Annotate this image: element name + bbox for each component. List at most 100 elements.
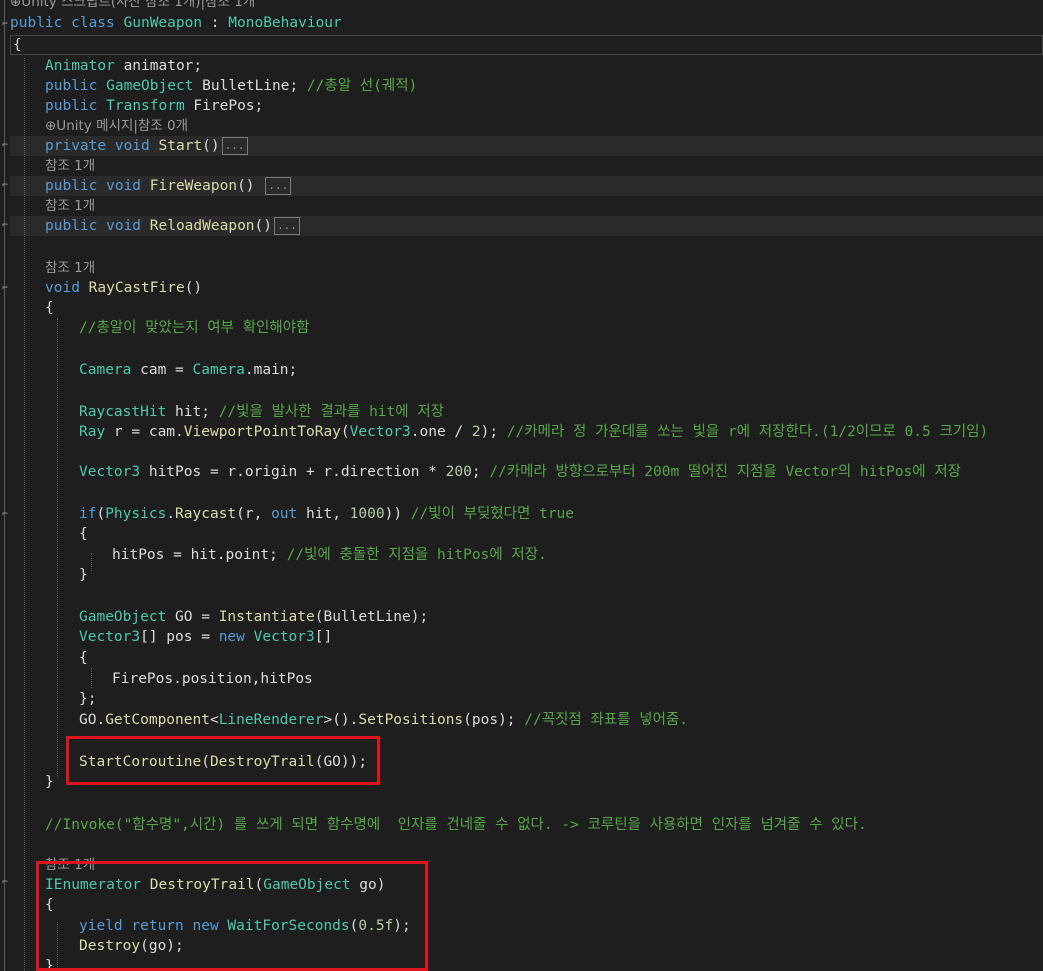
function-name: ReloadWeapon bbox=[149, 218, 255, 234]
codelens-references[interactable]: 참조 1개 bbox=[45, 156, 95, 176]
indent-guide bbox=[24, 58, 25, 971]
comment: //카메라 정 가운데를 쏘는 빛을 r에 저장한다.(1/2이므로 0.5 크… bbox=[498, 424, 989, 440]
collapsed-region-button[interactable]: ... bbox=[274, 217, 300, 235]
keyword: out bbox=[271, 506, 298, 522]
code-line-reloadweapon[interactable]: public void ReloadWeapon()... bbox=[45, 216, 300, 236]
type-name: Physics bbox=[105, 506, 167, 522]
codelens-unity-message[interactable]: ⊕Unity 메시지|참조 0개 bbox=[45, 116, 188, 136]
function-name: FireWeapon bbox=[149, 178, 238, 194]
fold-toggle-icon[interactable]: ⌐ bbox=[2, 878, 8, 888]
code-text: cam = bbox=[131, 362, 193, 378]
type-name: Vector3 bbox=[349, 424, 411, 440]
code-text: () bbox=[184, 280, 203, 296]
code-text: .main; bbox=[244, 362, 298, 378]
keyword: new bbox=[218, 629, 245, 645]
brace: { bbox=[45, 300, 54, 316]
code-text: < bbox=[209, 712, 219, 728]
brace: } bbox=[79, 567, 88, 583]
type-name: GameObject bbox=[79, 609, 167, 625]
code-line[interactable]: RaycastHit hit; //빛을 발사한 결과를 hit에 저장 bbox=[79, 402, 444, 422]
code-text: () bbox=[202, 138, 220, 154]
base-class: MonoBehaviour bbox=[228, 15, 342, 31]
code-text: GO. bbox=[79, 712, 106, 728]
code-text: animator; bbox=[114, 58, 203, 74]
comment: //총알이 맞았는지 여부 확인해야함 bbox=[79, 320, 310, 336]
code-text: >(). bbox=[323, 712, 359, 728]
code-line-raycastfire[interactable]: void RayCastFire() bbox=[45, 278, 202, 298]
code-line[interactable]: hitPos = hit.point; //빛에 충돌한 지점을 hitPos에… bbox=[112, 545, 547, 565]
code-text: FirePos; bbox=[184, 98, 264, 114]
comment: //빛에 충돌한 지점을 hitPos에 저장. bbox=[277, 547, 547, 563]
type-name: Camera bbox=[192, 362, 245, 378]
fold-toggle-icon[interactable]: ⌐ bbox=[2, 181, 8, 191]
code-editor[interactable]: ⌐ ⌐ ⌐ ⌐ ⌐ ⌐ ⌐ ⊕Unity 스크립트(자산 참조 1개)|참조 1… bbox=[0, 0, 1043, 971]
code-text: [] pos = bbox=[140, 629, 219, 645]
type-name: Transform bbox=[106, 98, 185, 114]
fold-toggle-icon[interactable]: ⌐ bbox=[2, 284, 8, 294]
code-text: ; bbox=[471, 464, 481, 480]
code-line-if[interactable]: if(Physics.Raycast(r, out hit, 1000)) //… bbox=[79, 504, 574, 524]
code-line[interactable]: FirePos.position,hitPos bbox=[112, 669, 313, 689]
code-line[interactable]: GO.GetComponent<LineRenderer>().SetPosit… bbox=[79, 710, 688, 730]
type-name: Ray bbox=[79, 424, 106, 440]
codelens-references[interactable]: 참조 1개 bbox=[45, 196, 95, 216]
brace: } bbox=[45, 774, 54, 790]
comment: //빛이 부딪혔다면 true bbox=[402, 506, 575, 522]
highlight-box-destroytrail bbox=[36, 861, 428, 971]
fold-toggle-icon[interactable]: ⌐ bbox=[2, 221, 8, 231]
keyword: void bbox=[45, 280, 80, 296]
codelens-references[interactable]: 참조 1개 bbox=[45, 258, 95, 278]
type-name: Animator bbox=[45, 58, 115, 74]
code-line[interactable]: Vector3[] pos = new Vector3[] bbox=[79, 627, 332, 647]
code-line[interactable]: Ray r = cam.ViewportPointToRay(Vector3.o… bbox=[79, 422, 988, 442]
function-name: Raycast bbox=[175, 506, 237, 522]
type-name: Camera bbox=[79, 362, 132, 378]
fold-toggle-icon[interactable]: ⌐ bbox=[2, 141, 8, 151]
code-text: () bbox=[254, 218, 272, 234]
class-name: GunWeapon bbox=[123, 15, 203, 31]
code-text: : bbox=[202, 15, 229, 31]
type-name: GameObject bbox=[106, 78, 194, 94]
function-name: GetComponent bbox=[105, 712, 210, 728]
code-text: GO = bbox=[166, 609, 219, 625]
code-text: hitPos = r.origin + r.direction * bbox=[140, 464, 446, 480]
fold-toggle-icon[interactable]: ⌐ bbox=[2, 510, 8, 520]
collapsed-region-button[interactable]: ... bbox=[221, 137, 248, 155]
code-line-start[interactable]: private void Start()... bbox=[45, 136, 248, 156]
keyword: public class bbox=[10, 15, 115, 31]
brace: { bbox=[79, 526, 88, 542]
comment: //총알 선(궤적) bbox=[298, 78, 418, 94]
comment: //카메라 방향으로부터 200m 떨어진 지점을 Vector의 hitPos… bbox=[480, 464, 962, 480]
number: 200 bbox=[445, 464, 472, 480]
type-name: LineRenderer bbox=[218, 712, 324, 728]
code-line[interactable]: Camera cam = Camera.main; bbox=[79, 360, 297, 380]
keyword: public bbox=[45, 98, 98, 114]
code-text: ( bbox=[340, 424, 350, 440]
indent-guide bbox=[57, 318, 58, 778]
code-text: BulletLine; bbox=[193, 78, 299, 94]
code-line[interactable]: Vector3 hitPos = r.origin + r.direction … bbox=[79, 462, 961, 482]
code-line[interactable]: public Transform FirePos; bbox=[45, 96, 263, 116]
keyword: public void bbox=[45, 178, 142, 194]
code-line-fireweapon[interactable]: public void FireWeapon() ... bbox=[45, 176, 292, 196]
current-line-highlight bbox=[10, 35, 1043, 55]
code-text: (r, bbox=[236, 506, 272, 522]
class-declaration[interactable]: public class GunWeapon : MonoBehaviour bbox=[10, 13, 342, 33]
code-line[interactable]: Animator animator; bbox=[45, 56, 202, 76]
comment: //꼭짓점 좌표를 넣어줌. bbox=[515, 712, 688, 728]
code-text: (pos); bbox=[463, 712, 516, 728]
function-name: Instantiate bbox=[218, 609, 315, 625]
keyword: if bbox=[79, 506, 97, 522]
code-text: ); bbox=[480, 424, 499, 440]
code-text: )) bbox=[384, 506, 403, 522]
code-text: r = cam. bbox=[105, 424, 184, 440]
code-line[interactable]: GameObject GO = Instantiate(BulletLine); bbox=[79, 607, 428, 627]
indent-guide bbox=[91, 668, 92, 688]
highlight-box-startcoroutine bbox=[66, 736, 380, 785]
codelens-class[interactable]: ⊕Unity 스크립트(자산 참조 1개)|참조 1개 bbox=[10, 0, 255, 12]
fold-toggle-icon[interactable]: ⌐ bbox=[2, 20, 8, 30]
keyword: private void bbox=[45, 138, 150, 154]
code-line[interactable]: public GameObject BulletLine; //총알 선(궤적) bbox=[45, 76, 417, 96]
collapsed-region-button[interactable]: ... bbox=[265, 177, 292, 195]
